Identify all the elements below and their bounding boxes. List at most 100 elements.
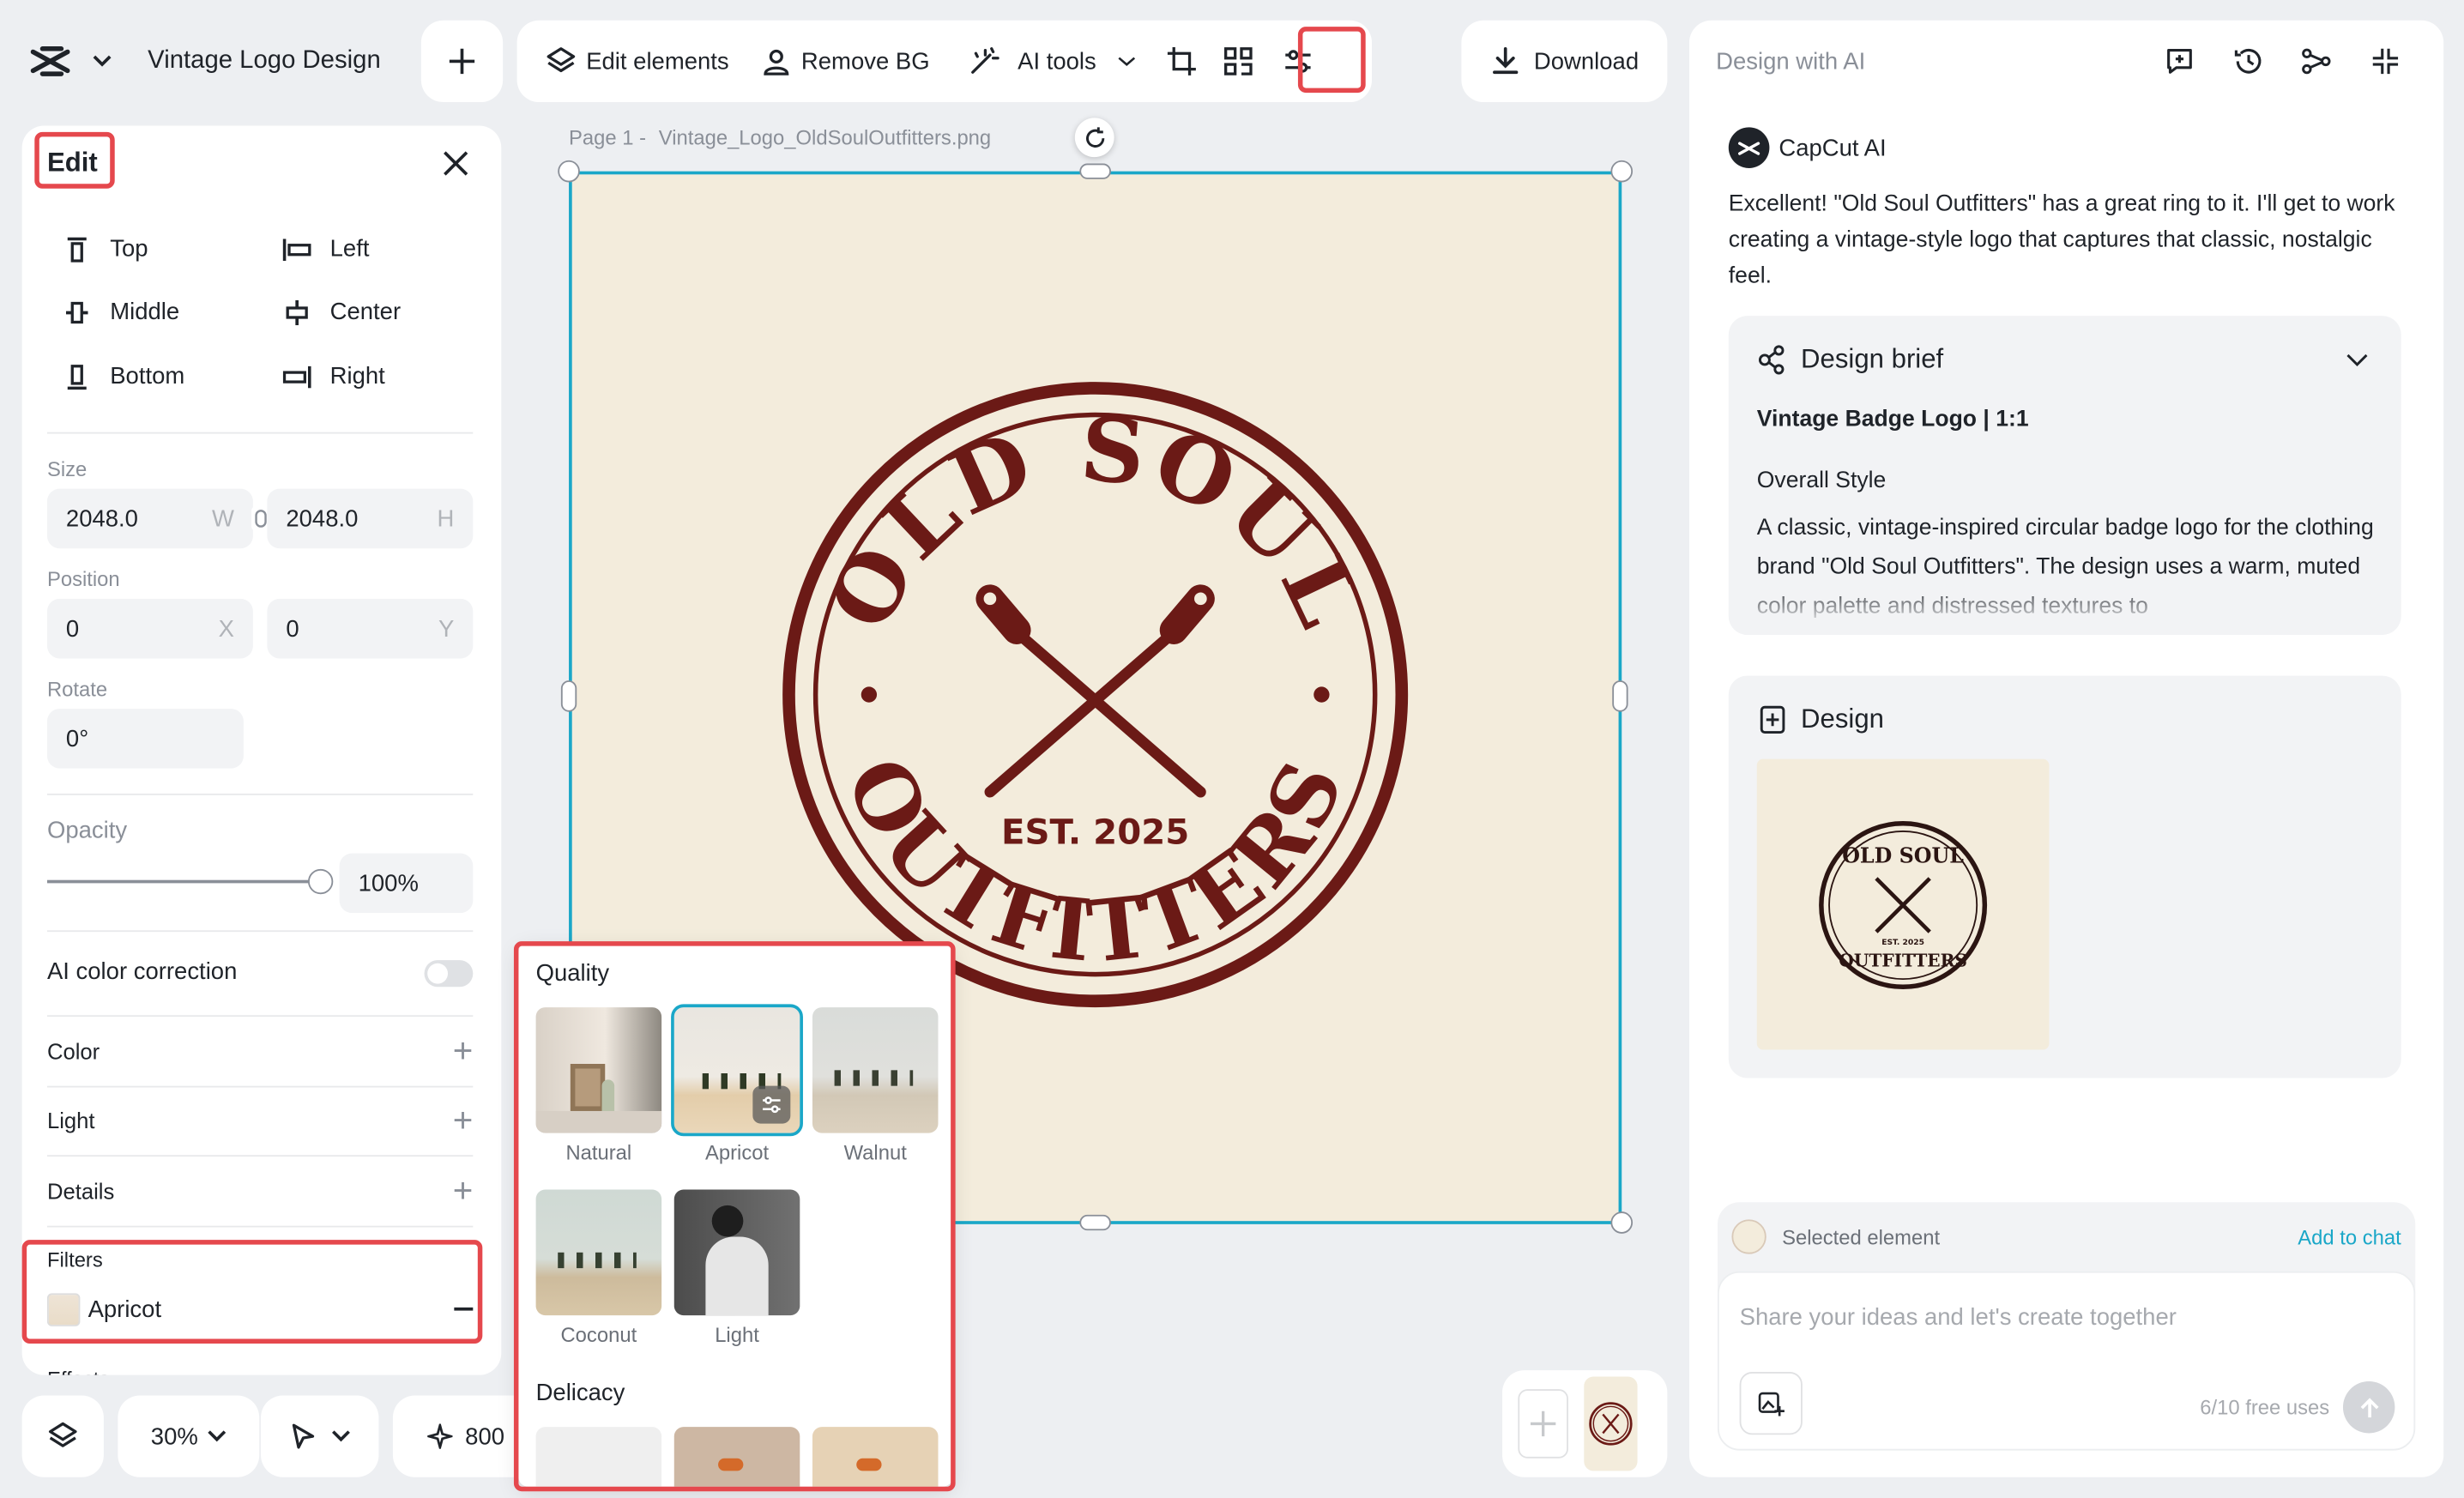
filter-label-walnut: Walnut bbox=[843, 1140, 907, 1165]
light-section[interactable]: Light + bbox=[47, 1098, 473, 1142]
resize-handle-tr[interactable] bbox=[1610, 160, 1634, 183]
align-middle-button[interactable]: Middle bbox=[65, 299, 179, 325]
align-right-button[interactable]: Right bbox=[282, 363, 385, 390]
chevron-down-icon[interactable] bbox=[2345, 347, 2370, 372]
capcut-logo-icon[interactable] bbox=[22, 33, 79, 89]
design-icon bbox=[1760, 705, 1785, 734]
filter-thumb-coconut[interactable] bbox=[535, 1189, 662, 1316]
opacity-field[interactable]: 100% bbox=[339, 853, 474, 914]
resize-handle-tl[interactable] bbox=[558, 160, 580, 183]
sliders-icon[interactable] bbox=[752, 1085, 791, 1124]
project-title[interactable]: Vintage Logo Design bbox=[148, 47, 381, 76]
align-center-button[interactable]: Center bbox=[283, 299, 401, 325]
design-result-thumbnail[interactable]: OLD SOUL OUTFITTERS EST. 2025 bbox=[1756, 758, 2050, 1050]
add-page-button[interactable] bbox=[420, 20, 504, 103]
filter-selected[interactable]: Apricot bbox=[46, 1292, 474, 1326]
align-center-icon bbox=[286, 299, 308, 325]
pointer-tool-dropdown[interactable] bbox=[261, 1395, 379, 1477]
download-button[interactable]: Download bbox=[1461, 20, 1668, 103]
minimize-icon[interactable] bbox=[2366, 42, 2404, 80]
crop-button[interactable] bbox=[1153, 30, 1210, 93]
ai-panel-title: Design with AI bbox=[1716, 48, 1866, 76]
chevron-down-icon bbox=[331, 1430, 350, 1442]
width-field[interactable]: 2048.0 W bbox=[46, 488, 253, 549]
zoom-dropdown[interactable]: 30% bbox=[118, 1395, 260, 1477]
qr-code-icon bbox=[1223, 47, 1252, 76]
upload-image-button[interactable] bbox=[1739, 1372, 1803, 1435]
edit-panel-title: Edit bbox=[46, 148, 98, 178]
cursor-icon bbox=[291, 1423, 314, 1449]
position-x-field[interactable]: 0X bbox=[46, 598, 253, 659]
ai-color-correction-label: AI color correction bbox=[46, 958, 238, 986]
align-top-icon bbox=[67, 236, 87, 262]
resize-handle-br[interactable] bbox=[1610, 1211, 1634, 1234]
resize-handle-right[interactable] bbox=[1612, 680, 1628, 712]
credits-indicator[interactable]: 800 bbox=[392, 1395, 534, 1477]
filter-thumb-natural[interactable] bbox=[535, 1007, 662, 1133]
align-left-button[interactable]: Left bbox=[282, 236, 369, 263]
toolbar: Edit elements Remove BG AI tools bbox=[516, 20, 1373, 103]
ai-panel: Design with AI CapCut AI Excellent! "Old… bbox=[1689, 20, 2444, 1477]
position-y-field[interactable]: 0Y bbox=[267, 598, 474, 659]
design-brief-header[interactable]: Design brief bbox=[1757, 344, 1943, 376]
design-result-card: Design OLD SOUL OUTFITTERS EST. 2025 bbox=[1728, 675, 2401, 1078]
chat-input-box[interactable]: Share your ideas and let's create togeth… bbox=[1717, 1271, 2416, 1451]
free-uses-counter: 6/10 free uses bbox=[2200, 1395, 2330, 1419]
selected-element-thumbnail bbox=[1731, 1219, 1766, 1254]
filters-label: Filters bbox=[46, 1247, 103, 1271]
assistant-message: Excellent! "Old Soul Outfitters" has a g… bbox=[1728, 191, 2395, 290]
rotate-field[interactable]: 0° bbox=[46, 709, 244, 769]
filter-thumb-apricot[interactable] bbox=[671, 1004, 803, 1137]
minus-icon[interactable] bbox=[454, 1307, 474, 1311]
add-page-thumb-button[interactable] bbox=[1518, 1389, 1568, 1459]
add-to-chat-link[interactable]: Add to chat bbox=[2298, 1225, 2401, 1248]
app-header: Vintage Logo Design bbox=[22, 28, 381, 94]
chat-input-placeholder: Share your ideas and let's create togeth… bbox=[1739, 1304, 2177, 1332]
resize-handle-bottom[interactable] bbox=[1079, 1214, 1111, 1231]
ai-tools-button[interactable]: AI tools bbox=[951, 30, 1153, 93]
adjust-button[interactable] bbox=[1266, 30, 1329, 93]
chevron-down-icon bbox=[208, 1430, 226, 1442]
details-section[interactable]: Details + bbox=[47, 1169, 473, 1213]
history-icon[interactable] bbox=[2230, 42, 2268, 80]
color-section[interactable]: Color + bbox=[47, 1030, 473, 1073]
chevron-down-icon[interactable] bbox=[85, 55, 119, 68]
filter-thumb-delicacy-3[interactable] bbox=[812, 1427, 939, 1487]
filter-thumb-delicacy-2[interactable] bbox=[673, 1427, 800, 1487]
filter-thumb-light[interactable] bbox=[673, 1189, 800, 1316]
share-icon[interactable] bbox=[2298, 42, 2335, 80]
edit-elements-button[interactable]: Edit elements bbox=[529, 30, 745, 93]
filter-thumb-walnut[interactable] bbox=[812, 1007, 939, 1133]
remove-bg-button[interactable]: Remove BG bbox=[745, 30, 945, 93]
align-middle-icon bbox=[65, 300, 88, 323]
resize-handle-left[interactable] bbox=[560, 680, 577, 712]
align-right-icon bbox=[282, 365, 311, 388]
align-bottom-button[interactable]: Bottom bbox=[66, 363, 184, 390]
opacity-slider-handle[interactable] bbox=[307, 868, 334, 895]
resize-handle-top[interactable] bbox=[1079, 163, 1111, 179]
brief-subtitle: Vintage Badge Logo | 1:1 bbox=[1756, 407, 2029, 432]
filters-popup: Quality Natural Apricot Walnut Coconut L… bbox=[518, 942, 952, 1487]
filter-thumb-delicacy-1[interactable] bbox=[535, 1427, 662, 1487]
new-chat-icon[interactable] bbox=[2160, 42, 2198, 80]
plus-icon bbox=[1531, 1410, 1556, 1437]
plus-icon: + bbox=[452, 1170, 474, 1211]
layers-button[interactable] bbox=[21, 1395, 104, 1477]
position-label: Position bbox=[46, 567, 120, 591]
page-thumbnail[interactable] bbox=[1584, 1376, 1638, 1471]
layers-icon bbox=[547, 47, 576, 73]
quality-title: Quality bbox=[535, 960, 610, 988]
close-icon[interactable] bbox=[440, 148, 472, 179]
align-left-icon bbox=[282, 238, 311, 261]
rotate-handle[interactable] bbox=[1074, 118, 1114, 158]
design-brief-card: Design brief Vintage Badge Logo | 1:1 Ov… bbox=[1728, 316, 2401, 635]
qr-code-button[interactable] bbox=[1210, 30, 1266, 93]
ai-color-correction-toggle[interactable] bbox=[424, 960, 474, 988]
file-name: Vintage_Logo_OldSoulOutfitters.png bbox=[658, 125, 992, 150]
align-top-button[interactable]: Top bbox=[66, 236, 148, 263]
height-field[interactable]: 2048.0 H bbox=[267, 488, 474, 549]
divider bbox=[46, 930, 474, 933]
opacity-slider[interactable] bbox=[46, 868, 334, 895]
layers-icon bbox=[48, 1422, 77, 1447]
send-button[interactable] bbox=[2342, 1381, 2395, 1434]
